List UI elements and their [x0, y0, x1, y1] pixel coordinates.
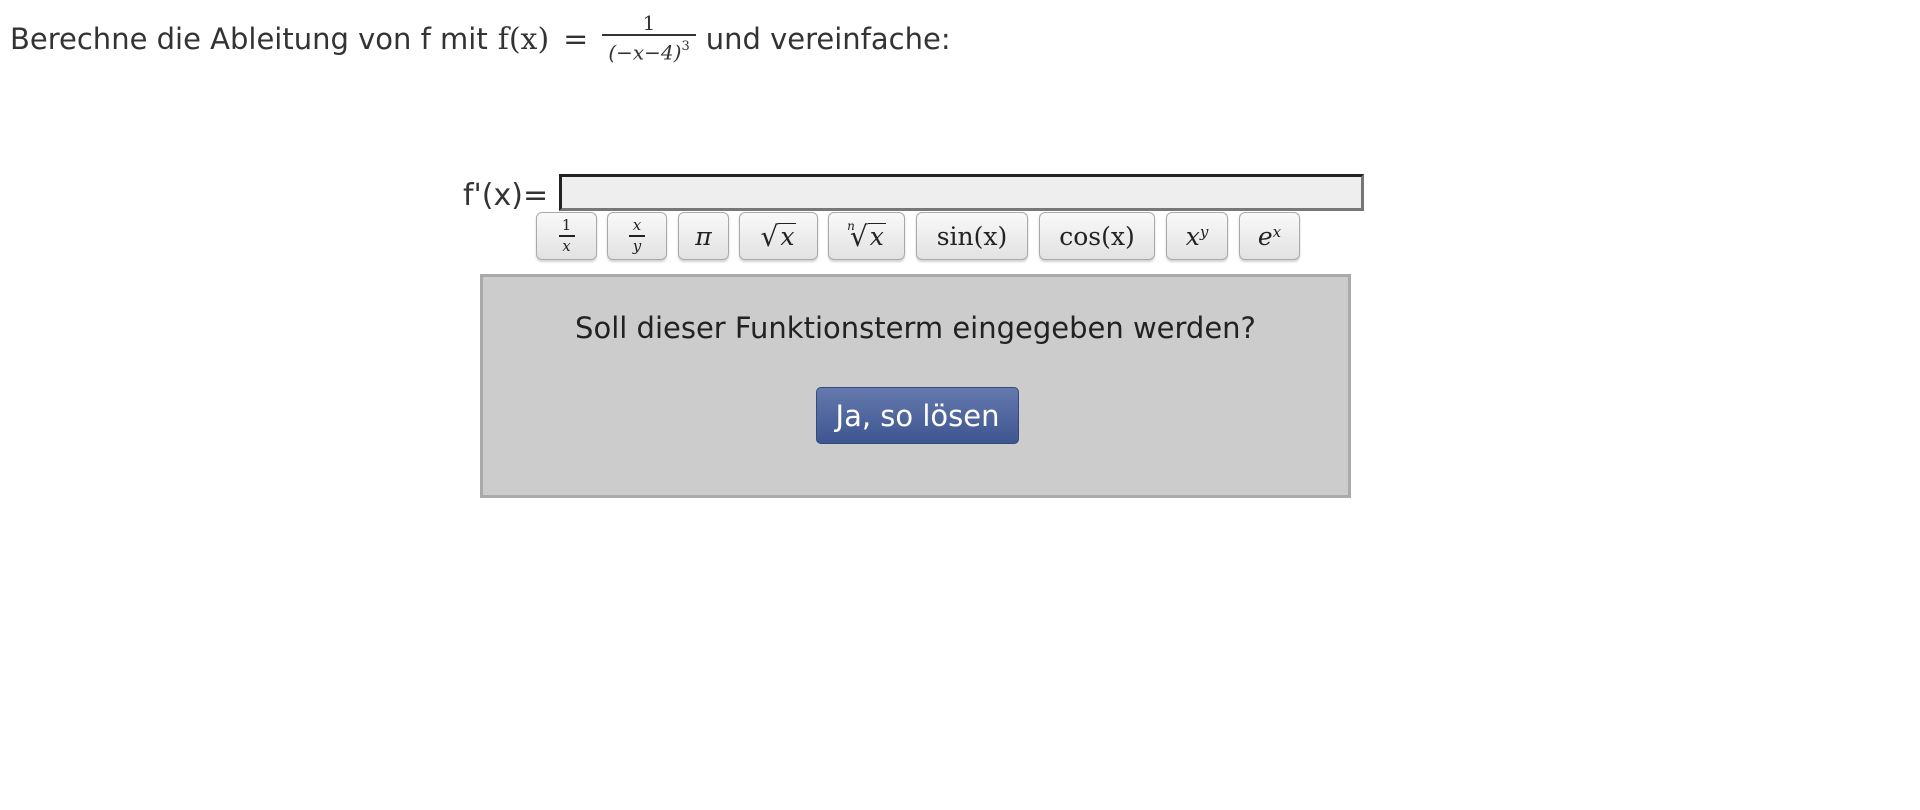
fraction-numerator: 1 — [642, 11, 656, 36]
denominator-exponent: 3 — [681, 39, 690, 55]
solve-button[interactable]: Ja, so lösen — [816, 387, 1019, 444]
answer-label: f'(x)= — [463, 178, 549, 213]
function-fraction: 1 (−x−4)3 — [602, 11, 696, 66]
answer-input[interactable] — [559, 174, 1364, 211]
confirm-dialog: Soll dieser Funktionsterm eingegeben wer… — [480, 274, 1351, 498]
task-statement: Berechne die Ableitung von f mit f(x) = … — [10, 8, 951, 70]
key-cos[interactable]: cos(x) — [1039, 212, 1155, 260]
page: Berechne die Ableitung von f mit f(x) = … — [0, 0, 1920, 810]
task-suffix: und vereinfache: — [705, 22, 951, 56]
denominator-base: (−x−4) — [608, 40, 682, 65]
key-nth-root[interactable]: n √ x — [828, 212, 905, 260]
equals-sign: = — [563, 21, 589, 57]
key-fraction[interactable]: x y — [607, 212, 667, 260]
confirm-question: Soll dieser Funktionsterm eingegeben wer… — [575, 311, 1256, 345]
key-exp[interactable]: ex — [1239, 212, 1300, 260]
task-prefix: Berechne die Ableitung von f mit — [10, 22, 488, 56]
key-sqrt[interactable]: √ x — [739, 212, 818, 260]
key-power[interactable]: xy — [1166, 212, 1228, 260]
key-pi[interactable]: π — [678, 212, 729, 260]
fraction-denominator: (−x−4)3 — [602, 36, 695, 66]
function-formula: f(x) = 1 (−x−4)3 — [498, 12, 696, 66]
key-sin[interactable]: sin(x) — [916, 212, 1028, 260]
function-name: f(x) — [497, 21, 550, 57]
key-reciprocal[interactable]: 1 x — [536, 212, 597, 260]
sqrt-icon: √ — [760, 219, 779, 253]
